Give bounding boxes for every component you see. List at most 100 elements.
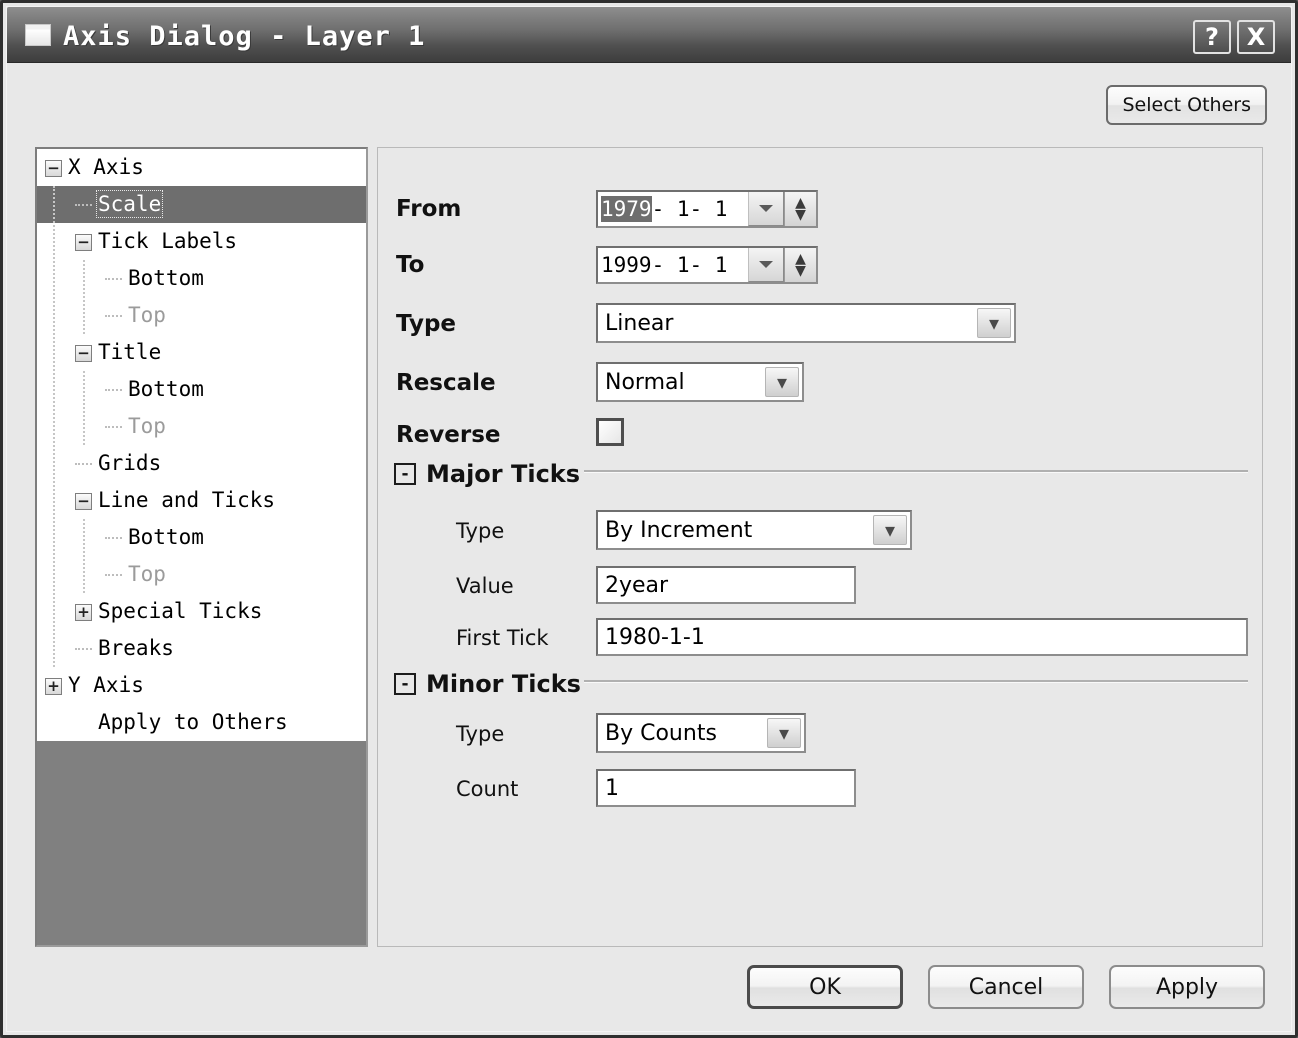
major-value-input[interactable]: 2year [596,566,856,604]
tree-item-bottom[interactable]: Bottom [37,260,366,297]
from-date-field[interactable]: 1979- 1- 1 ▲ ▼ [596,190,818,228]
tree-item-label: Bottom [128,266,204,290]
chevron-down-icon[interactable]: ▾ [767,718,801,748]
first-tick-label: First Tick [456,626,549,650]
tree-empty-area [37,741,366,945]
major-type-combo-value: By Increment [605,517,753,543]
tree-item-line-and-ticks[interactable]: − Line and Ticks [37,482,366,519]
tree-connector-icon [105,574,122,576]
tree-item-label: X Axis [68,155,144,179]
tree-connector-line [83,371,85,445]
tree-connector-icon [105,537,122,539]
major-type-combo[interactable]: By Increment ▾ [596,510,912,550]
tree-item-label: Tick Labels [98,229,238,253]
to-date-value[interactable]: 1999- 1- 1 [598,248,748,282]
select-others-button[interactable]: Select Others [1106,85,1267,125]
window-inner-frame: Axis Dialog - Layer 1 ? X Select Others … [6,6,1292,1032]
window-title: Axis Dialog - Layer 1 [63,21,426,52]
tree-connector-line [83,260,85,334]
expand-icon[interactable]: + [45,677,62,695]
minor-type-combo[interactable]: By Counts ▾ [596,713,806,753]
tree-item-breaks[interactable]: Breaks [37,630,366,667]
minor-count-input[interactable]: 1 [596,769,856,807]
major-value-label: Value [456,574,514,598]
tree-connector-line [53,186,55,667]
scale-settings-panel: From 1979- 1- 1 ▲ ▼ To 1999- 1- 1 ▲ ▼ Ty… [377,147,1263,947]
collapse-icon[interactable]: − [75,492,92,510]
tree-item-label: Bottom [128,377,204,401]
reverse-checkbox[interactable] [596,418,624,446]
tree-connector-icon [105,315,122,317]
rescale-combo-value: Normal [605,369,685,395]
minor-ticks-collapse-icon[interactable]: - [394,673,416,695]
reverse-label: Reverse [396,422,501,448]
type-label: Type [396,311,457,337]
to-dropdown-button[interactable] [748,248,784,282]
tree-item-label: Top [128,414,166,438]
to-spinner[interactable]: ▲ ▼ [784,248,816,282]
tree-item-grids[interactable]: Grids [37,445,366,482]
minor-type-label: Type [456,722,505,746]
to-date-field[interactable]: 1999- 1- 1 ▲ ▼ [596,246,818,284]
tree-item-top[interactable]: Top [37,297,366,334]
tree-item-label: Y Axis [68,673,144,697]
collapse-icon[interactable]: − [75,233,92,251]
titlebar: Axis Dialog - Layer 1 ? X [7,7,1291,63]
first-tick-input[interactable]: 1980-1-1 [596,618,1248,656]
axis-tree-list: − X Axis Scale − Tick Labels Bottom Top − Title B… [37,149,366,741]
tree-item-label: Breaks [98,636,174,660]
tree-item-x-axis[interactable]: − X Axis [37,149,366,186]
tree-item-label: Bottom [128,525,204,549]
from-dropdown-button[interactable] [748,192,784,226]
axis-tree-panel[interactable]: − X Axis Scale − Tick Labels Bottom Top − Title B… [35,147,368,947]
chevron-down-icon[interactable]: ▾ [873,515,907,545]
tree-item-top[interactable]: Top [37,408,366,445]
to-label: To [396,252,425,278]
tree-item-title[interactable]: − Title [37,334,366,371]
tree-item-scale[interactable]: Scale [37,186,366,223]
tree-connector-line [83,519,85,593]
tree-item-bottom[interactable]: Bottom [37,371,366,408]
tree-connector-icon [75,648,92,650]
tree-item-apply-to-others[interactable]: Apply to Others [37,704,366,741]
type-combo[interactable]: Linear ▾ [596,303,1016,343]
collapse-icon[interactable]: − [75,344,92,362]
tree-item-bottom[interactable]: Bottom [37,519,366,556]
major-ticks-divider [584,470,1248,473]
apply-button[interactable]: Apply [1109,965,1265,1009]
tree-item-y-axis[interactable]: + Y Axis [37,667,366,704]
axis-dialog-window: Axis Dialog - Layer 1 ? X Select Others … [0,0,1298,1038]
collapse-icon[interactable]: − [45,159,62,177]
major-type-label: Type [456,519,505,543]
tree-item-label: Special Ticks [98,599,263,623]
help-button[interactable]: ? [1193,20,1231,54]
tree-connector-icon [105,389,122,391]
rescale-label: Rescale [396,370,496,396]
tree-item-label: Scale [95,190,164,218]
major-ticks-collapse-icon[interactable]: - [394,463,416,485]
tree-connector-icon [75,204,92,206]
chevron-down-icon[interactable]: ▾ [977,308,1011,338]
chevron-down-icon[interactable]: ▾ [765,367,799,397]
tree-connector-icon [105,278,122,280]
window-icon [25,24,51,46]
minor-type-combo-value: By Counts [605,720,717,746]
tree-item-tick-labels[interactable]: − Tick Labels [37,223,366,260]
minor-ticks-divider [584,680,1248,683]
expand-icon[interactable]: + [75,603,92,621]
from-spinner[interactable]: ▲ ▼ [784,192,816,226]
ok-button[interactable]: OK [747,965,903,1009]
tree-item-label: Apply to Others [98,710,288,734]
tree-item-special-ticks[interactable]: + Special Ticks [37,593,366,630]
chevron-down-icon: ▼ [795,263,806,279]
cancel-button[interactable]: Cancel [928,965,1084,1009]
rescale-combo[interactable]: Normal ▾ [596,362,804,402]
tree-item-top[interactable]: Top [37,556,366,593]
from-date-rest: - 1- 1 [651,197,728,221]
tree-item-label: Top [128,303,166,327]
chevron-down-icon: ▼ [795,207,806,223]
tree-connector-icon [105,426,122,428]
close-button[interactable]: X [1237,20,1275,54]
tree-item-label: Grids [98,451,162,475]
from-date-value[interactable]: 1979- 1- 1 [598,192,748,226]
